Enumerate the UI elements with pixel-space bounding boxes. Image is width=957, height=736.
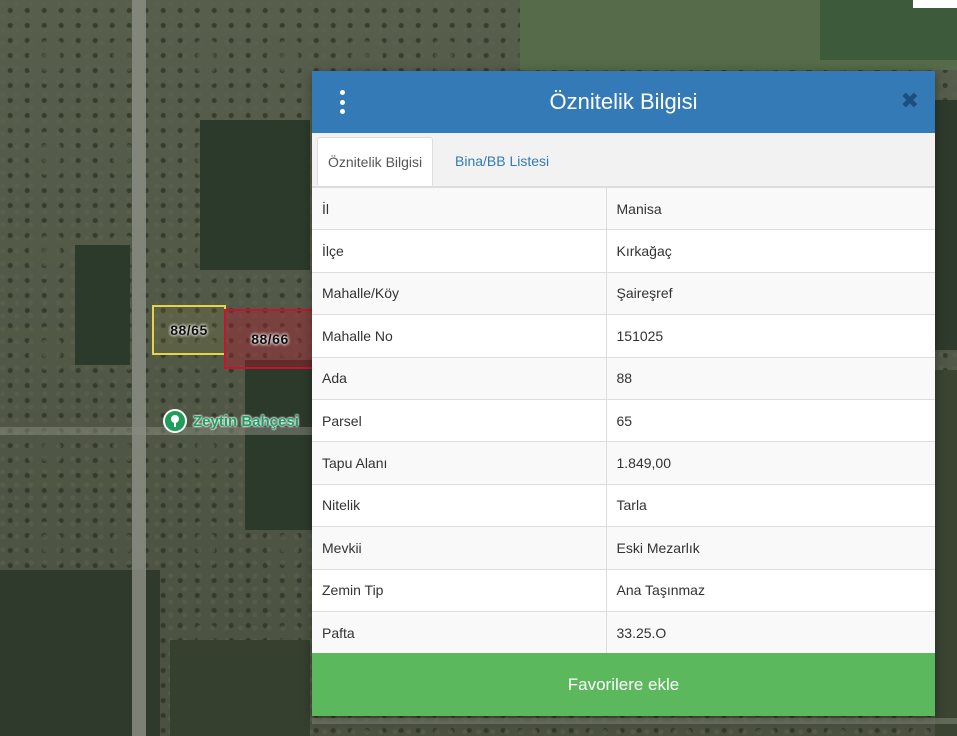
row-value: Manisa (606, 186, 935, 230)
row-value: 33.25.O (606, 610, 935, 654)
tree-icon (163, 409, 187, 433)
map-road (132, 0, 146, 736)
row-value: Ana Taşınmaz (606, 568, 935, 612)
row-value: Kırkağaç (606, 229, 935, 273)
table-row: İl Manisa (312, 186, 935, 230)
map-corner (913, 0, 957, 8)
tab-building-list[interactable]: Bina/BB Listesi (445, 137, 559, 185)
attribute-info-dialog: Öznitelik Bilgisi ✖ Öznitelik Bilgisi Bi… (312, 71, 935, 716)
add-favorite-button[interactable]: Favorilere ekle (312, 653, 935, 716)
table-row: Ada 88 (312, 356, 935, 400)
row-key: Mahalle No (312, 314, 607, 358)
table-row: Mevkii Eski Mezarlık (312, 526, 935, 570)
table-row: Tapu Alanı 1.849,00 (312, 441, 935, 485)
map-field (935, 370, 957, 736)
parcel-88-65[interactable]: 88/65 (152, 305, 226, 355)
table-row: Nitelik Tarla (312, 483, 935, 527)
row-value: 1.849,00 (606, 441, 935, 485)
table-row: Mahalle No 151025 (312, 314, 935, 358)
map-field (935, 100, 957, 350)
row-value: Eski Mezarlık (606, 526, 935, 570)
poi-marker[interactable]: Zeytin Bahçesi (163, 409, 299, 433)
row-key: Nitelik (312, 483, 607, 527)
map-field (75, 245, 130, 365)
close-icon[interactable]: ✖ (901, 90, 919, 112)
vertical-dots-icon[interactable] (334, 90, 350, 114)
row-key: Mevkii (312, 526, 607, 570)
row-value: 151025 (606, 314, 935, 358)
row-value: Tarla (606, 483, 935, 527)
table-row: Zemin Tip Ana Taşınmaz (312, 568, 935, 612)
table-row: Parsel 65 (312, 398, 935, 442)
parcel-label: 88/65 (170, 322, 208, 338)
row-key: Zemin Tip (312, 568, 607, 612)
map-field (245, 360, 312, 530)
row-key: İl (312, 186, 607, 230)
row-key: Parsel (312, 398, 607, 442)
tab-attribute-info[interactable]: Öznitelik Bilgisi (317, 137, 434, 186)
dialog-header: Öznitelik Bilgisi ✖ (312, 71, 935, 133)
table-row: İlçe Kırkağaç (312, 229, 935, 273)
map-field (170, 640, 310, 736)
tab-bar: Öznitelik Bilgisi Bina/BB Listesi (312, 133, 935, 187)
table-row: Mahalle/Köy Şaireşref (312, 271, 935, 315)
map-field (200, 120, 310, 270)
parcel-label: 88/66 (251, 331, 289, 347)
row-value: 88 (606, 356, 935, 400)
row-key: İlçe (312, 229, 607, 273)
row-value: Şaireşref (606, 271, 935, 315)
poi-label: Zeytin Bahçesi (193, 412, 299, 430)
row-key: Tapu Alanı (312, 441, 607, 485)
row-key: Mahalle/Köy (312, 271, 607, 315)
row-value: 65 (606, 398, 935, 442)
map-field (820, 0, 957, 60)
row-key: Pafta (312, 610, 607, 654)
row-key: Ada (312, 356, 607, 400)
map-road (312, 718, 957, 724)
attribute-table: İl Manisa İlçe Kırkağaç Mahalle/Köy Şair… (312, 186, 935, 654)
dialog-title: Öznitelik Bilgisi (549, 89, 698, 114)
table-row: Pafta 33.25.O (312, 610, 935, 654)
parcel-88-66[interactable]: 88/66 (224, 309, 316, 369)
